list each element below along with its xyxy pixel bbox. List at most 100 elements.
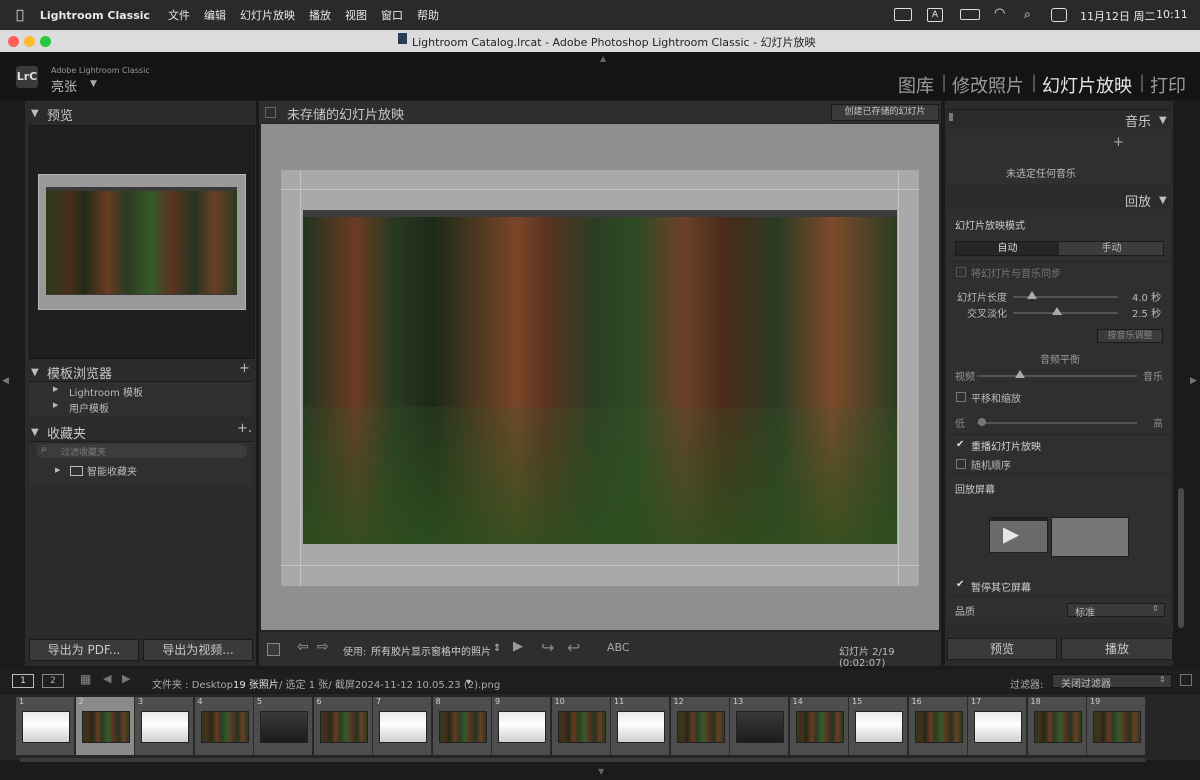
preview-collapse-icon[interactable]: ▼ [31, 108, 39, 119]
chevron-updown-icon[interactable]: ⇕ [493, 643, 501, 654]
filmstrip-thumbnail[interactable]: 16 [908, 697, 968, 755]
menu-file[interactable]: 文件 [168, 7, 190, 23]
filmstrip-thumbnail[interactable]: 7 [373, 697, 432, 755]
playback-collapse-icon[interactable]: ▼ [1159, 195, 1167, 206]
rotate-right-icon[interactable]: ↪ [541, 638, 554, 657]
slide-length-thumb[interactable] [1027, 291, 1037, 299]
left-panel-toggle-icon[interactable]: ◀ [2, 376, 9, 386]
filmstrip-thumbnail[interactable]: 13 [730, 697, 789, 755]
menu-slideshow[interactable]: 幻灯片放映 [240, 7, 295, 23]
pan-zoom-thumb[interactable] [978, 418, 986, 426]
filmstrip-thumbnail[interactable]: 12 [670, 697, 730, 755]
pan-zoom-checkbox[interactable] [956, 392, 966, 402]
filmstrip-thumbnail[interactable]: 8 [432, 697, 492, 755]
add-text-button[interactable]: ABC [607, 641, 630, 654]
template-folder-user[interactable]: 用户模板 [69, 400, 109, 415]
menu-edit[interactable]: 编辑 [204, 7, 226, 23]
sync-music-checkbox[interactable] [956, 267, 966, 277]
repeat-checkbox[interactable]: ✔ [956, 439, 964, 450]
wifi-icon[interactable]: ◠ [994, 6, 1005, 21]
filmstrip-thumbnail[interactable]: 17 [968, 697, 1027, 755]
menu-view[interactable]: 视图 [345, 7, 367, 23]
slide-length-value[interactable]: 4.0 秒 [1132, 289, 1161, 304]
mode-manual-button[interactable]: 手动 [1060, 242, 1163, 255]
screen-1-thumbnail[interactable]: ▶ [989, 517, 1048, 553]
quality-select[interactable]: 标准 ⇕ [1067, 603, 1165, 619]
search-icon[interactable]: ⌕ [1024, 7, 1031, 22]
bottom-panel-toggle-icon[interactable]: ▼ [598, 767, 604, 776]
add-collection-icon[interactable]: +. [237, 421, 252, 436]
filmstrip-thumbnail[interactable]: 6 [313, 697, 373, 755]
close-window-button[interactable] [8, 36, 19, 47]
filter-lock-icon[interactable] [1180, 674, 1192, 686]
filter-select[interactable]: 关闭过滤器 ⇕ [1052, 674, 1172, 690]
grid-icon[interactable]: ▦ [80, 672, 91, 686]
right-panel-toggle-icon[interactable]: ▶ [1190, 376, 1197, 386]
template-browser-collapse-icon[interactable]: ▼ [31, 367, 39, 378]
filmstrip-thumbnail[interactable]: 14 [789, 697, 849, 755]
screen-2-button[interactable]: 2 [42, 674, 64, 688]
display-icon[interactable] [894, 8, 912, 21]
expand-icon[interactable]: ▶ [53, 401, 58, 409]
collections-collapse-icon[interactable]: ▼ [31, 427, 39, 438]
module-develop[interactable]: 修改照片 [952, 72, 1024, 98]
filmstrip-thumbnail[interactable]: 2 [75, 697, 135, 755]
app-menu[interactable]: Lightroom Classic [40, 9, 150, 22]
preview-button[interactable]: 预览 [947, 638, 1057, 660]
previous-slide-icon[interactable]: ⇦ [297, 639, 309, 655]
chevron-down-icon[interactable]: ▼ [90, 79, 97, 89]
filmstrip-thumbnail[interactable]: 11 [611, 697, 670, 755]
pan-zoom-slider[interactable] [977, 422, 1137, 424]
user-name[interactable]: 亮张 [51, 76, 77, 95]
zoom-window-button[interactable] [40, 36, 51, 47]
menu-play[interactable]: 播放 [309, 7, 331, 23]
back-icon[interactable]: ◀ [103, 672, 111, 685]
pause-other-checkbox[interactable]: ✔ [956, 579, 964, 590]
forward-icon[interactable]: ▶ [122, 672, 130, 685]
create-saved-slideshow-button[interactable]: 创建已存储的幻灯片 [831, 104, 939, 121]
right-panel-scrollbar[interactable] [1178, 488, 1184, 628]
module-print[interactable]: 打印 [1150, 72, 1186, 98]
export-video-button[interactable]: 导出为视频... [143, 639, 253, 661]
filmstrip-scrollbar[interactable] [20, 758, 1146, 762]
filmstrip-thumbnail[interactable]: 4 [194, 697, 254, 755]
next-slide-icon[interactable]: ⇨ [317, 639, 329, 655]
filmstrip-thumbnail[interactable]: 3 [135, 697, 194, 755]
smart-collections[interactable]: 智能收藏夹 [87, 463, 137, 478]
fit-to-music-button[interactable]: 按音乐调整 [1097, 329, 1163, 343]
template-folder-lightroom[interactable]: Lightroom 模板 [69, 384, 143, 399]
chevron-down-icon[interactable]: ▾ [466, 677, 471, 688]
crossfade-slider[interactable] [1013, 312, 1118, 314]
menu-window[interactable]: 窗口 [381, 7, 403, 23]
module-slideshow[interactable]: 幻灯片放映 [1042, 72, 1132, 98]
audio-balance-slider[interactable] [977, 375, 1137, 377]
audio-balance-thumb[interactable] [1015, 370, 1025, 378]
menubar-time[interactable]: 10:11 [1156, 8, 1188, 21]
filmstrip-thumbnail[interactable]: 18 [1027, 697, 1087, 755]
filmstrip-thumbnail[interactable]: 15 [849, 697, 908, 755]
music-collapse-icon[interactable]: ▼ [1159, 115, 1167, 126]
apple-icon[interactable]:  [16, 8, 24, 23]
rotate-left-icon[interactable]: ↩ [567, 638, 580, 657]
filmstrip-thumbnail[interactable]: 19 [1087, 697, 1146, 755]
folder-label[interactable]: 文件夹 : Desktop [152, 676, 233, 691]
filmstrip-thumbnail[interactable]: 1 [16, 697, 75, 755]
filmstrip-thumbnail[interactable]: 9 [492, 697, 551, 755]
module-library[interactable]: 图库 [898, 72, 934, 98]
expand-icon[interactable]: ▶ [53, 385, 58, 393]
crossfade-thumb[interactable] [1052, 307, 1062, 315]
expand-icon[interactable]: ▶ [55, 466, 60, 474]
export-pdf-button[interactable]: 导出为 PDF... [29, 639, 139, 661]
play-button[interactable]: 播放 [1061, 638, 1173, 660]
crossfade-value[interactable]: 2.5 秒 [1132, 305, 1161, 320]
mode-auto-button[interactable]: 自动 [956, 242, 1059, 255]
top-panel-toggle-icon[interactable]: ▲ [600, 54, 606, 63]
screen-1-button[interactable]: 1 [12, 674, 34, 688]
minimize-window-button[interactable] [24, 36, 35, 47]
use-select[interactable]: 所有胶片显示窗格中的照片 [371, 643, 491, 658]
add-music-icon[interactable]: + [1113, 135, 1124, 150]
play-preview-icon[interactable]: ▶ [513, 639, 523, 654]
menubar-date[interactable]: 11月12日 周二 [1080, 8, 1156, 24]
random-order-checkbox[interactable] [956, 459, 966, 469]
battery-icon[interactable] [960, 9, 980, 20]
